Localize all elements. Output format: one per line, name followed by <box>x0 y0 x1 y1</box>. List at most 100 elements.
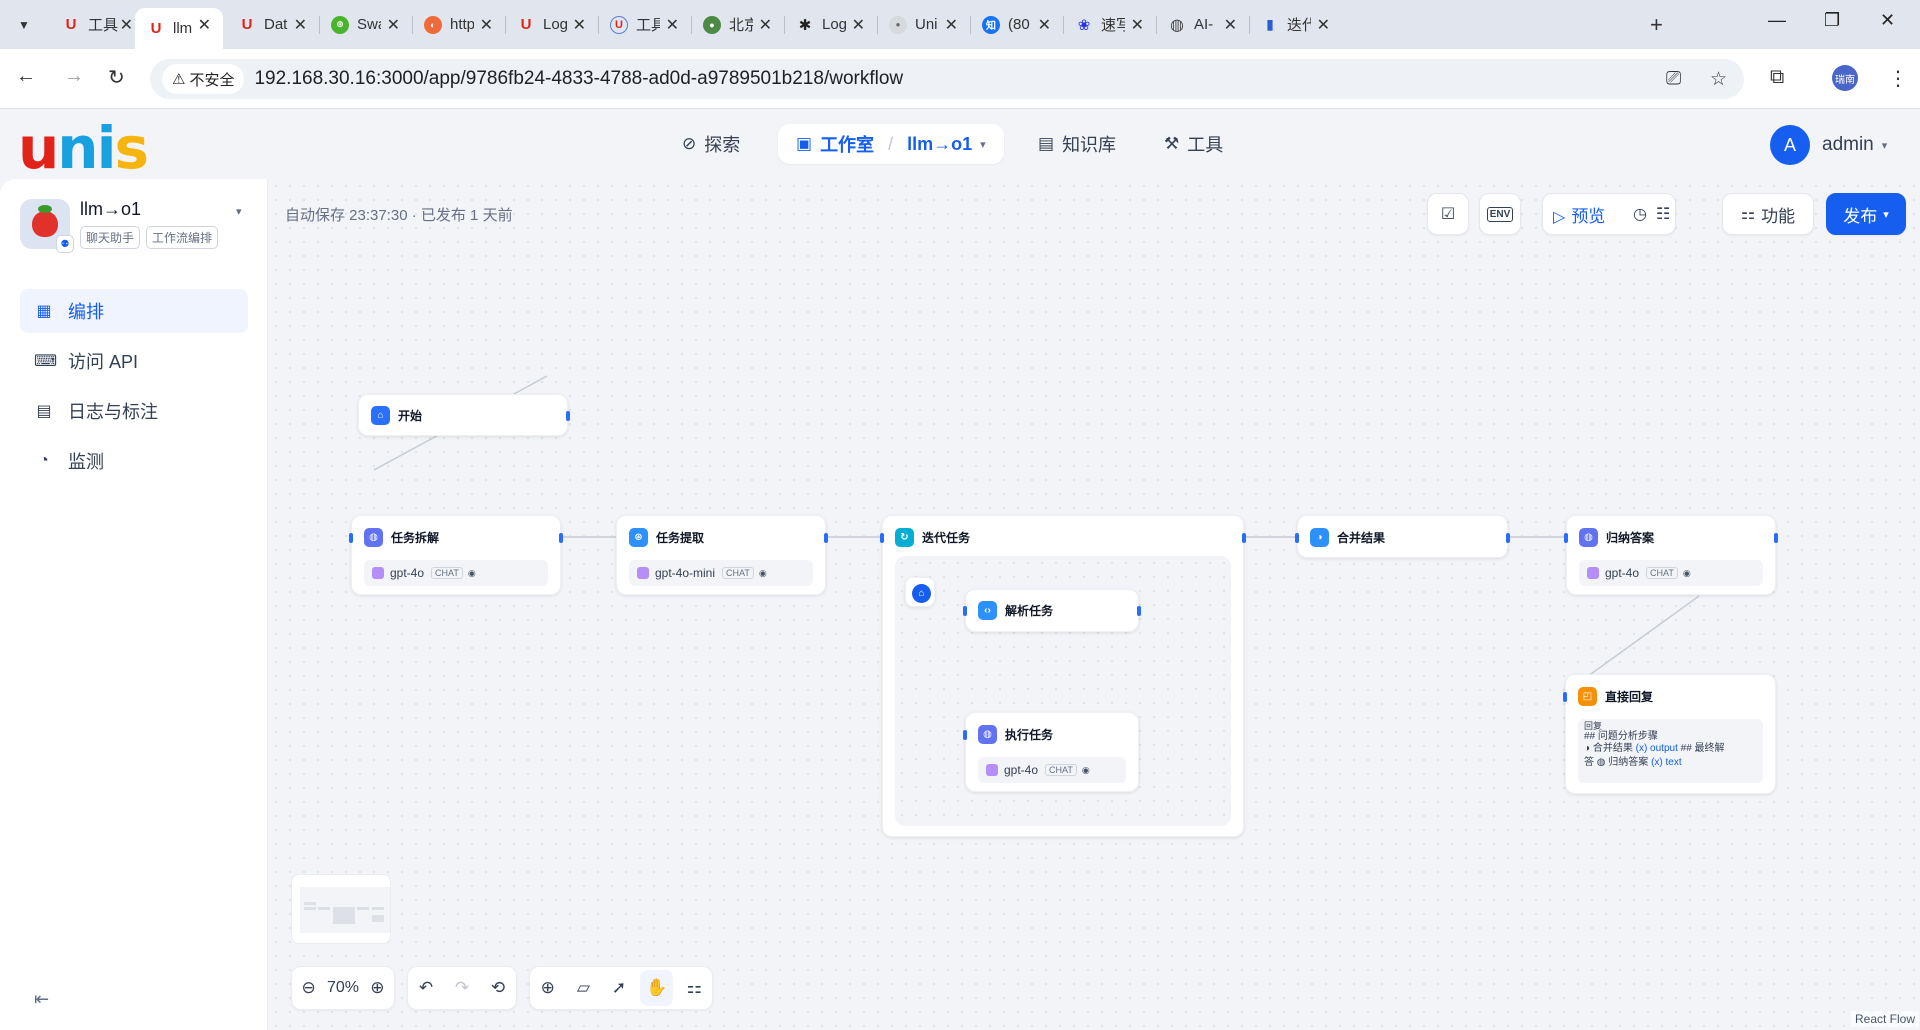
zoom-out-icon[interactable]: ⊖ <box>292 970 325 1006</box>
sidebar-item-orchestrate[interactable]: ▦ 编排 <box>20 289 248 333</box>
add-node-icon[interactable]: ⊕ <box>530 970 566 1006</box>
node-task-extract[interactable]: ⊛ 任务提取 gpt-4o-mini CHAT ◉ <box>616 515 828 595</box>
bookmark-star-icon[interactable]: ☆ <box>1710 68 1727 91</box>
extensions-puzzle-icon[interactable]: ⧉ <box>1770 66 1784 89</box>
forward-arrow-icon[interactable]: → <box>64 65 84 88</box>
model-selector[interactable]: gpt-4o CHAT ◉ <box>364 560 548 586</box>
close-tab-icon[interactable]: ✕ <box>945 15 958 35</box>
node-reply[interactable]: ◰ 直接回复 回复 ## 问题分析步骤 ◑ 合并结果 (x) output ##… <box>1563 674 1776 794</box>
browser-tab[interactable]: ▮ 迭代 ✕ <box>1249 8 1342 41</box>
react-flow-attribution[interactable]: React Flow <box>1851 1011 1920 1027</box>
collapse-sidebar-icon[interactable]: ⇤ <box>34 989 49 1010</box>
browser-tab[interactable]: ✱ Log ✕ <box>784 8 878 41</box>
browser-tab[interactable]: ◍ AI- ✕ <box>1156 8 1250 41</box>
browser-tab[interactable]: U Data ✕ <box>226 8 320 41</box>
model-selector[interactable]: gpt-4o CHAT ◉ <box>978 757 1126 783</box>
input-handle[interactable] <box>1295 533 1299 543</box>
nav-explore[interactable]: ⊘ 探索 <box>682 124 740 164</box>
output-handle[interactable] <box>1506 533 1510 543</box>
input-handle[interactable] <box>1564 533 1568 543</box>
output-handle[interactable] <box>1137 606 1141 616</box>
close-tab-icon[interactable]: ✕ <box>1317 15 1330 35</box>
input-handle[interactable] <box>349 533 353 543</box>
sidebar-item-api[interactable]: ⌨ 访问 API <box>20 339 248 383</box>
browser-tab[interactable]: ❀ 速写 ✕ <box>1063 8 1157 41</box>
input-handle[interactable] <box>880 533 884 543</box>
input-handle[interactable] <box>1563 692 1567 702</box>
hand-pan-icon[interactable]: ✋ <box>639 970 674 1006</box>
minimize-window-icon[interactable]: — <box>1768 10 1786 31</box>
browser-tab[interactable]: ◐ http ✕ <box>412 8 506 41</box>
new-tab-plus-icon[interactable]: + <box>1650 12 1663 38</box>
undo-icon[interactable]: ↶ <box>408 970 444 1006</box>
iteration-start[interactable]: ⌂ <box>905 577 935 607</box>
reply-content[interactable]: 回复 ## 问题分析步骤 ◑ 合并结果 (x) output ## 最终解 答 … <box>1578 719 1763 783</box>
sidebar-item-logs[interactable]: ▤ 日志与标注 <box>20 389 248 433</box>
model-selector[interactable]: gpt-4o CHAT ◉ <box>1579 560 1763 586</box>
omnibox[interactable]: ⚠ 不安全 192.168.30.16:3000/app/9786fb24-48… <box>150 59 1744 99</box>
browser-tab[interactable]: U 工具 ✕ <box>50 8 145 41</box>
chevron-down-icon[interactable]: ▾ <box>980 138 986 151</box>
zoom-level[interactable]: 70% <box>325 979 360 997</box>
nav-studio[interactable]: ▣ 工作室 / llm→o1 ▾ <box>778 124 1004 164</box>
nav-tools[interactable]: ⚒ 工具 <box>1164 124 1223 164</box>
profile-avatar[interactable]: 瑞南 <box>1832 65 1858 91</box>
close-tab-icon[interactable]: ✕ <box>1038 15 1051 35</box>
output-handle[interactable] <box>1242 533 1246 543</box>
close-tab-icon[interactable]: ✕ <box>294 15 307 35</box>
node-execute[interactable]: ◍ 执行任务 gpt-4o CHAT ◉ <box>963 712 1139 792</box>
sidebar-item-monitor[interactable]: ◔ 监测 <box>20 439 248 483</box>
node-start[interactable]: ⌂ 开始 <box>358 394 570 436</box>
input-handle[interactable] <box>963 606 967 616</box>
node-summarize[interactable]: ◍ 归纳答案 gpt-4o CHAT ◉ <box>1564 515 1778 595</box>
zoom-in-icon[interactable]: ⊕ <box>361 970 394 1006</box>
install-app-icon[interactable]: ⎚ <box>1666 68 1681 90</box>
output-handle[interactable] <box>1774 533 1778 543</box>
output-handle[interactable] <box>824 533 828 543</box>
browser-tab[interactable]: 知 (80 ✕ <box>970 8 1064 41</box>
nav-knowledge[interactable]: ▤ 知识库 <box>1038 124 1116 164</box>
output-handle[interactable] <box>559 533 563 543</box>
close-tab-icon[interactable]: ✕ <box>198 15 211 35</box>
close-tab-icon[interactable]: ✕ <box>759 15 772 35</box>
version-history-icon[interactable]: ⟲ <box>480 970 516 1006</box>
app-info-card[interactable]: ⚉ llm→o1 ▾ 聊天助手 工作流编排 <box>20 199 248 253</box>
reload-icon[interactable]: ↻ <box>108 65 125 90</box>
close-window-icon[interactable]: ✕ <box>1880 10 1895 31</box>
close-tab-icon[interactable]: ✕ <box>387 15 400 35</box>
close-tab-icon[interactable]: ✕ <box>480 15 493 35</box>
unis-logo[interactable]: unis <box>18 118 149 178</box>
close-tab-icon[interactable]: ✕ <box>573 15 586 35</box>
url-text[interactable]: 192.168.30.16:3000/app/9786fb24-4833-478… <box>254 68 903 90</box>
browser-tab[interactable]: ⊕ Swagger ✕ <box>319 8 413 41</box>
output-handle[interactable] <box>566 411 570 421</box>
back-arrow-icon[interactable]: ← <box>16 65 36 88</box>
user-menu[interactable]: A admin ▾ <box>1770 125 1887 165</box>
close-tab-icon[interactable]: ✕ <box>1224 15 1237 35</box>
studio-label[interactable]: 工作室 <box>820 131 874 157</box>
organize-blocks-icon[interactable]: ⚏ <box>676 970 712 1006</box>
input-handle[interactable] <box>963 730 967 740</box>
redo-icon[interactable]: ↷ <box>444 970 480 1006</box>
browser-tab[interactable]: ● Uni ✕ <box>877 8 971 41</box>
minimap[interactable] <box>291 874 391 944</box>
browser-tab[interactable]: U 工具 ✕ <box>598 8 692 41</box>
close-tab-icon[interactable]: ✕ <box>120 15 133 35</box>
chevron-down-icon[interactable]: ▾ <box>1882 139 1888 152</box>
close-tab-icon[interactable]: ✕ <box>852 15 865 35</box>
browser-tab[interactable]: U Log ✕ <box>505 8 599 41</box>
browser-tab[interactable]: ● 北京 ✕ <box>691 8 785 41</box>
close-tab-icon[interactable]: ✕ <box>1131 15 1144 35</box>
close-tab-icon[interactable]: ✕ <box>666 15 679 35</box>
add-note-icon[interactable]: ▱ <box>566 970 602 1006</box>
chevron-down-icon[interactable]: ▾ <box>236 205 242 218</box>
current-app-selector[interactable]: llm→o1 <box>907 134 972 155</box>
pointer-icon[interactable]: ➚ <box>601 970 637 1006</box>
node-task-split[interactable]: ◍ 任务拆解 gpt-4o CHAT ◉ <box>349 515 563 595</box>
restore-window-icon[interactable]: ❐ <box>1824 10 1840 31</box>
node-merge[interactable]: ◑ 合并结果 <box>1295 515 1510 558</box>
node-parse[interactable]: ‹› 解析任务 <box>963 589 1141 632</box>
workflow-canvas[interactable]: 自动保存 23:37:30 · 已发布 1 天前 ☑ ENV ▷ 预览 ◷ ☷ ⚏… <box>269 179 1920 1030</box>
security-indicator[interactable]: ⚠ 不安全 <box>162 64 245 94</box>
browser-menu-icon[interactable]: ⋮ <box>1888 66 1908 91</box>
